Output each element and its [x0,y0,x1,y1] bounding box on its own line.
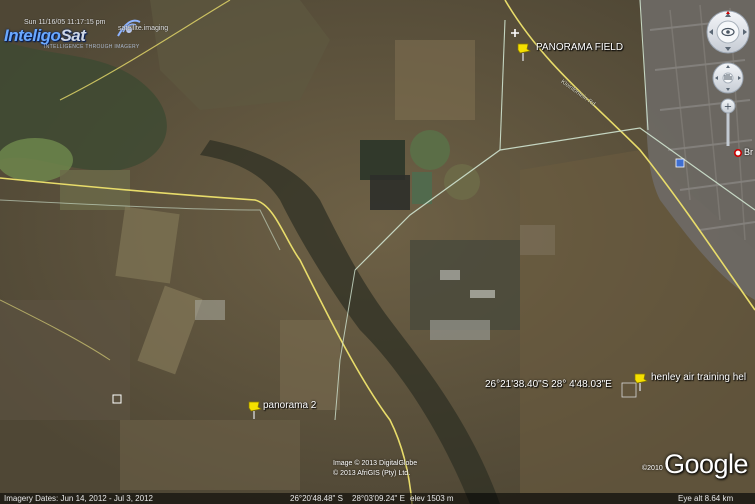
longitude-readout: 28°03'09.24" E [352,494,405,503]
attribution-line-2: © 2013 AfriGIS (Pty) Ltd. [333,470,411,477]
pushpin-icon[interactable] [246,398,264,420]
airfield-icon[interactable] [510,28,520,38]
elevation-readout: elev 1503 m [410,494,454,503]
status-bar: Imagery Dates: Jun 14, 2012 - Jul 3, 201… [0,493,755,504]
imagery-dates: Imagery Dates: Jun 14, 2012 - Jul 3, 201… [4,494,153,503]
hand-icon [722,72,734,84]
logo-tagline: INTELLIGENCE THROUGH IMAGERY [44,44,140,50]
placemark-label-panorama-field[interactable]: PANORAMA FIELD [536,42,623,53]
logo-timestamp: Sun 11/16/05 11:17:15 pm [24,19,106,26]
google-logo: Google [664,449,749,479]
navigation-controls: + [703,6,753,156]
poi-icon[interactable] [112,394,122,404]
move-joystick[interactable] [712,62,744,94]
pushpin-icon[interactable] [632,370,650,392]
attribution-line-1: Image © 2013 DigitalGlobe [333,460,418,467]
satellite-map[interactable]: Sun 11/16/05 11:17:15 pm satellite.imagi… [0,0,755,504]
pushpin-icon[interactable] [515,40,533,62]
poi-icon[interactable] [675,158,685,168]
coordinate-label: 26°21'38.40"S 28° 4'48.03"E [485,379,612,390]
latitude-readout: 26°20'48.48" S [290,494,343,503]
logo-website: satellite.imaging [118,25,169,32]
copyright-year: ©2010 [642,465,663,472]
placemark-label-panorama-2[interactable]: panorama 2 [263,400,316,411]
logo-name-part2: Sat [60,26,86,45]
look-joystick[interactable] [706,10,750,54]
imagery-attribution: Image © 2013 DigitalGlobe © 2013 AfriGIS… [333,459,417,479]
eye-altitude-readout: Eye alt 8.64 km [678,494,734,503]
placemark-label-henley-air-training[interactable]: henley air training hel [651,372,746,383]
logo-name-part1: Inteligo [4,26,61,45]
logo-name: InteligoSat [4,26,86,46]
satellite-imagery [0,0,755,504]
zoom-in-glyph: + [724,102,732,113]
zoom-slider[interactable]: + [720,98,736,146]
